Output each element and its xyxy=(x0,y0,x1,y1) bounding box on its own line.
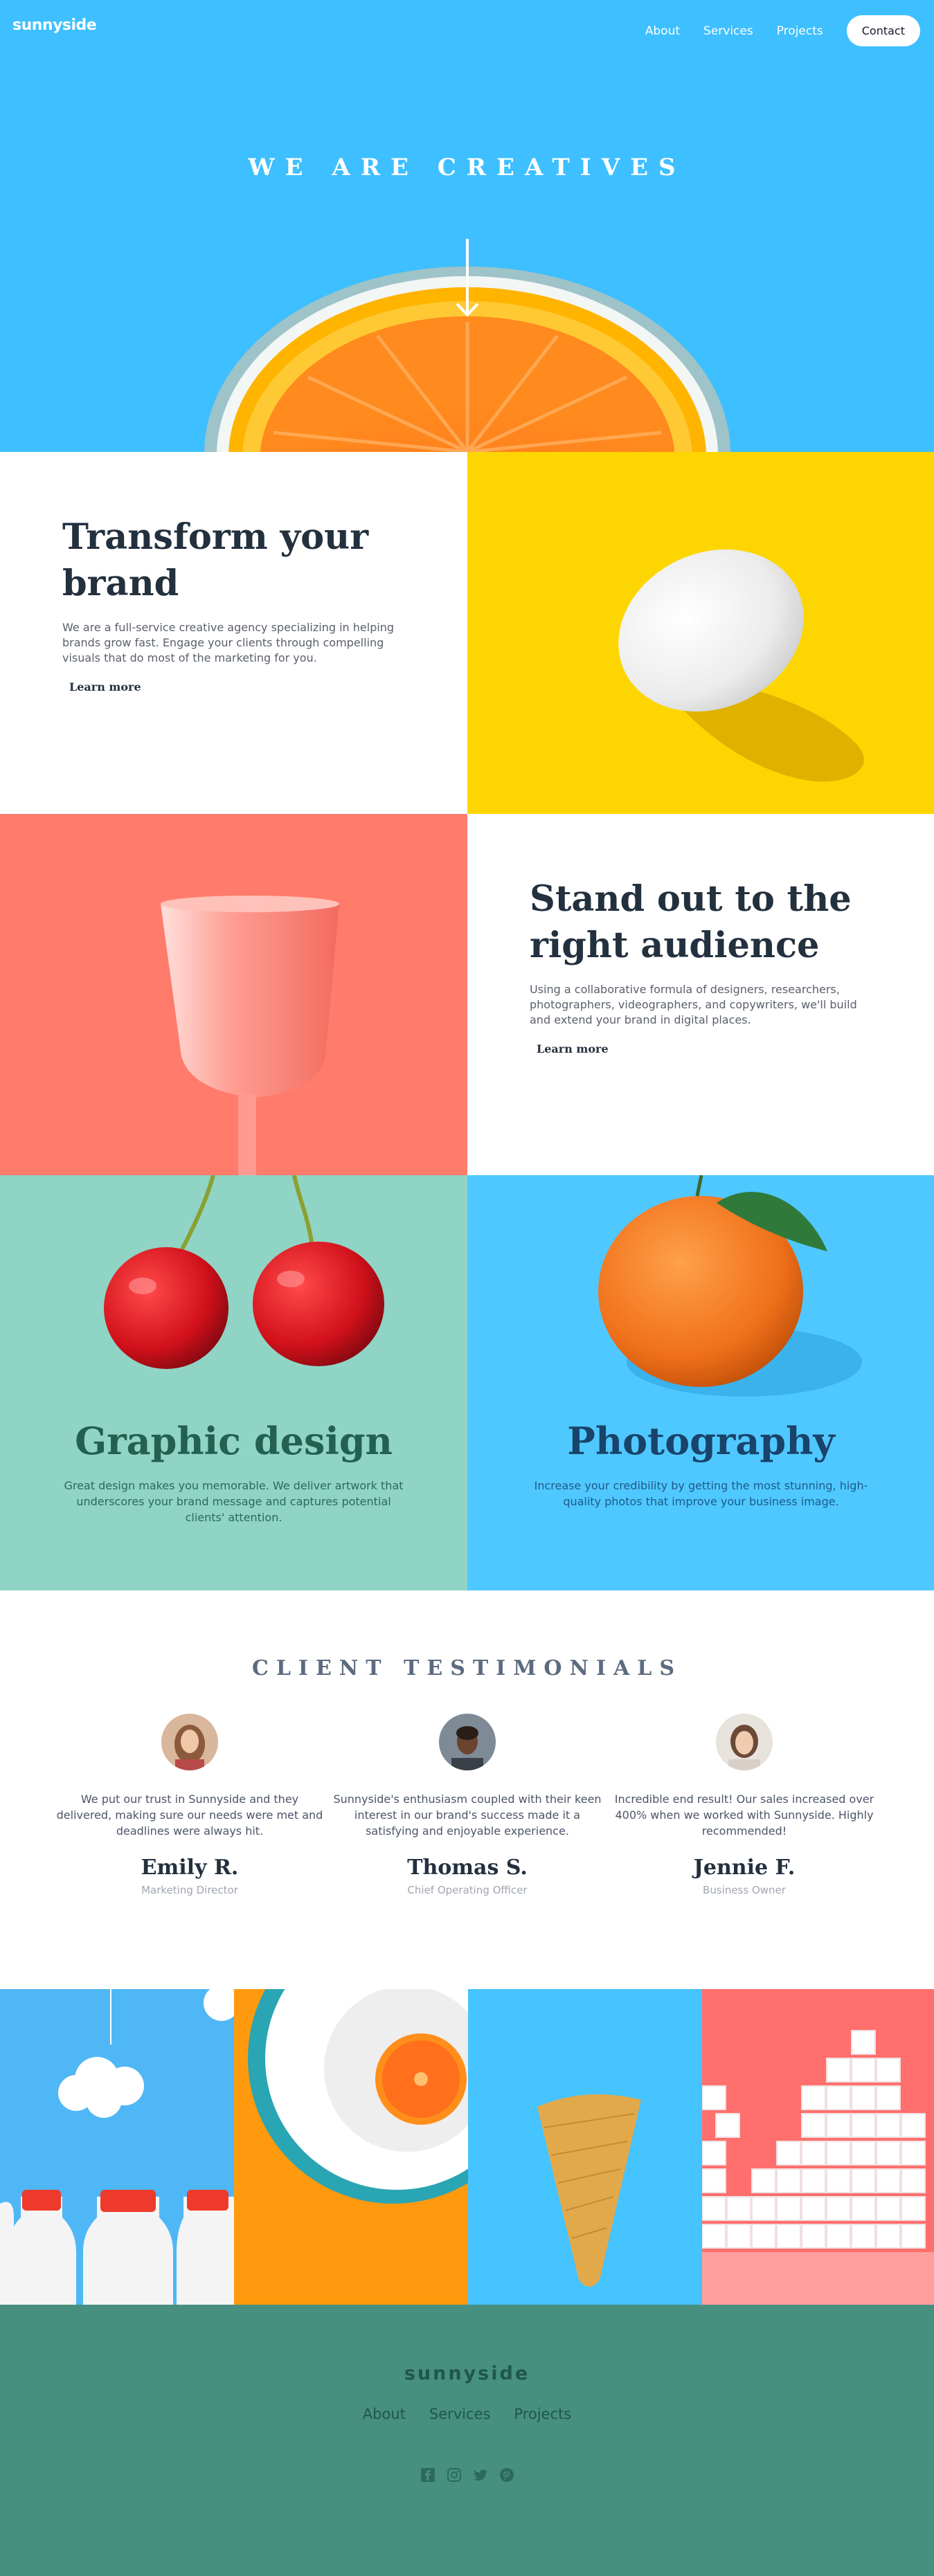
testimonial-quote: We put our trust in Sunnyside and they d… xyxy=(56,1793,323,1838)
ice-cream-cone-illustration xyxy=(537,2094,641,2287)
nav-services[interactable]: Services xyxy=(703,24,753,38)
footer-nav-services[interactable]: Services xyxy=(429,2406,491,2422)
avatar xyxy=(161,1714,218,1770)
pinterest-icon[interactable] xyxy=(499,2467,515,2483)
transform-section: Transform your brand We are a full-servi… xyxy=(0,452,467,814)
contact-button[interactable]: Contact xyxy=(846,15,920,46)
footer-nav-about[interactable]: About xyxy=(363,2406,406,2422)
standout-heading: Stand out to the right audience xyxy=(530,878,852,966)
logo[interactable]: sunnyside xyxy=(12,17,97,34)
gallery-milk-bottles-image xyxy=(0,1989,234,2305)
testimonial-card: Incredible end result! Our sales increas… xyxy=(609,1714,879,1896)
gallery-sugar-cubes-image xyxy=(702,1989,934,2305)
standout-body: Using a collaborative formula of designe… xyxy=(530,983,857,1026)
testimonial-card: Sunnyside's enthusiasm coupled with thei… xyxy=(332,1714,602,1896)
testimonial-name: Jennie F. xyxy=(693,1856,796,1880)
cup-illustration xyxy=(161,896,339,1175)
twitter-icon[interactable] xyxy=(472,2467,489,2483)
testimonial-role: Chief Operating Officer xyxy=(407,1884,528,1896)
footer: sunnyside About Services Projects xyxy=(0,2305,934,2576)
footer-nav: About Services Projects xyxy=(0,2406,934,2422)
orange-illustration xyxy=(598,1175,862,1397)
sugar-cubes-illustration xyxy=(702,2030,934,2305)
testimonial-quote: Incredible end result! Our sales increas… xyxy=(614,1793,874,1838)
hero-title: WE ARE CREATIVES xyxy=(248,154,686,181)
testimonial-quote: Sunnyside's enthusiasm coupled with thei… xyxy=(333,1793,602,1838)
graphic-design-title: Graphic design xyxy=(75,1419,393,1463)
milk-bottles-illustration xyxy=(0,1989,234,2305)
egg-illustration xyxy=(618,549,864,782)
transform-body: We are a full-service creative agency sp… xyxy=(62,621,395,664)
hero-section: sunnyside About Services Projects Contac… xyxy=(0,0,934,452)
testimonial-name: Thomas S. xyxy=(407,1856,528,1880)
graphic-design-card: Graphic design Great design makes you me… xyxy=(0,1175,467,1590)
testimonial-role: Business Owner xyxy=(703,1884,786,1896)
nav-projects[interactable]: Projects xyxy=(777,24,823,38)
standout-learn-more-link[interactable]: Learn more xyxy=(530,1042,616,1057)
testimonial-role: Marketing Director xyxy=(141,1884,238,1896)
nav-about[interactable]: About xyxy=(645,24,680,38)
instagram-icon[interactable] xyxy=(446,2467,462,2483)
egg-image xyxy=(467,452,934,814)
footer-nav-projects[interactable]: Projects xyxy=(514,2406,571,2422)
testimonial-card: We put our trust in Sunnyside and they d… xyxy=(55,1714,325,1896)
cup-image xyxy=(0,814,467,1175)
main-nav: About Services Projects Contact xyxy=(622,15,920,46)
gallery-orange-plate-image xyxy=(234,1989,468,2305)
photography-card: Photography Increase your credibility by… xyxy=(467,1175,934,1590)
cherries-illustration xyxy=(104,1175,384,1369)
gallery-cone-image xyxy=(468,1989,702,2305)
arrow-down-icon xyxy=(456,239,479,317)
avatar xyxy=(716,1714,773,1770)
footer-logo[interactable]: sunnyside xyxy=(0,2363,934,2384)
graphic-design-body: Great design makes you memorable. We del… xyxy=(64,1479,404,1524)
social-links xyxy=(0,2467,934,2483)
testimonial-name: Emily R. xyxy=(141,1856,239,1880)
photography-title: Photography xyxy=(567,1419,835,1463)
testimonials-title: CLIENT TESTIMONIALS xyxy=(251,1656,683,1680)
learn-more-label: Learn more xyxy=(537,1042,609,1055)
transform-heading: Transform your brand xyxy=(62,516,369,604)
photography-body: Increase your credibility by getting the… xyxy=(534,1479,868,1508)
transform-learn-more-link[interactable]: Learn more xyxy=(62,680,148,695)
avatar xyxy=(439,1714,496,1770)
standout-section: Stand out to the right audience Using a … xyxy=(467,814,934,1175)
orange-plate-illustration xyxy=(248,1989,468,2204)
learn-more-label: Learn more xyxy=(69,680,141,693)
facebook-icon[interactable] xyxy=(420,2467,436,2483)
